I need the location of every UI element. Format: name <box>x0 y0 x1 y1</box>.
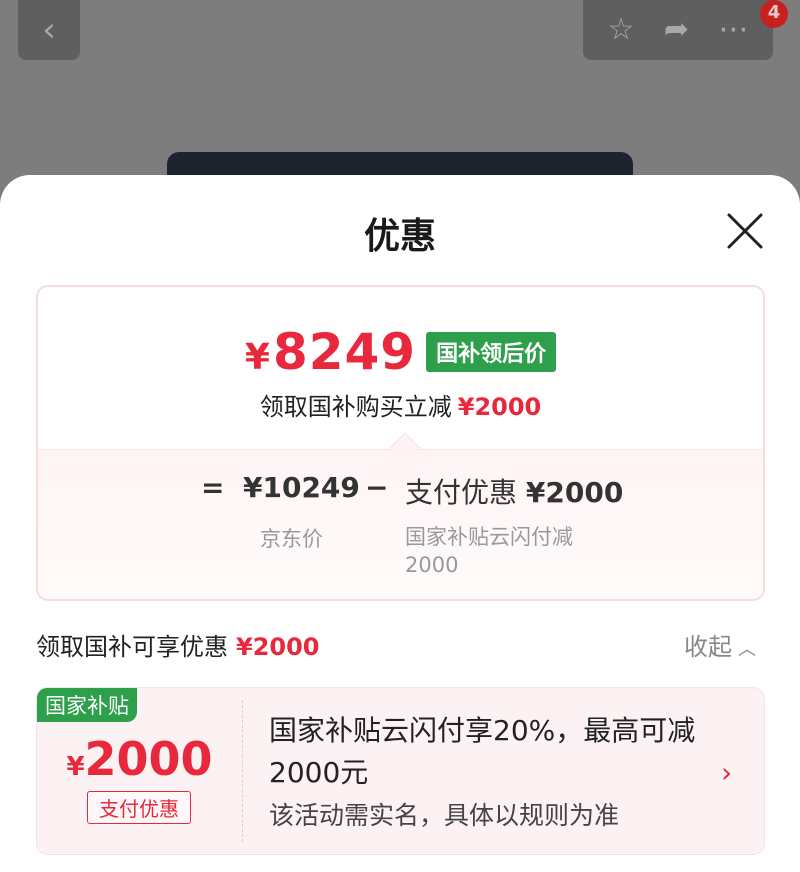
price-card: ¥8249 国补领后价 领取国补购买立减 ¥2000 = ¥10249 − 支付优… <box>36 285 765 601</box>
discount-subline: 领取国补购买立减 ¥2000 <box>259 393 542 421</box>
subsidy-coupon[interactable]: 国家补贴 ¥2000 支付优惠 国家补贴云闪付享20%，最高可减2000元 该活… <box>36 687 765 855</box>
coupon-amount: ¥2000 <box>66 732 213 786</box>
star-icon[interactable]: ☆ <box>608 0 635 60</box>
equals-sign: = <box>201 471 225 504</box>
back-icon: ‹ <box>42 10 56 50</box>
coupon-tag: 国家补贴 <box>37 688 137 722</box>
final-price: ¥8249 <box>244 323 417 381</box>
section-header: 领取国补可享优惠 ¥2000 <box>36 633 320 661</box>
close-button[interactable] <box>723 209 767 253</box>
price-formula: = ¥10249 − 支付优惠 ¥2000 <box>38 471 763 511</box>
jd-price-label: 京东价 <box>260 527 323 551</box>
coupon-divider <box>242 700 243 842</box>
final-price-tag: 国补领后价 <box>426 332 557 372</box>
collapse-button[interactable]: 收起 ︿ <box>684 627 756 662</box>
pay-discount-desc: 国家补贴云闪付减2000 <box>405 525 573 577</box>
minus-sign: − <box>365 471 389 504</box>
back-button[interactable]: ‹ <box>18 0 80 60</box>
coupon-value-area: 国家补贴 ¥2000 支付优惠 <box>37 688 242 854</box>
jd-price: ¥10249 <box>243 471 360 504</box>
coupon-type-label: 支付优惠 <box>87 791 191 824</box>
share-icon[interactable]: ➦ <box>664 0 689 60</box>
chevron-right-icon: › <box>721 756 733 789</box>
pay-discount: 支付优惠 ¥2000 <box>405 476 624 509</box>
coupon-note: 该活动需实名，具体以规则为准 <box>269 801 620 830</box>
top-actions: ☆ ➦ ⋯ <box>583 0 773 60</box>
chevron-up-icon: ︿ <box>738 639 756 660</box>
coupon-description: 国家补贴云闪付享20%，最高可减2000元 <box>269 714 696 789</box>
more-icon[interactable]: ⋯ <box>718 0 748 60</box>
discount-sheet: 优惠 ¥8249 国补领后价 领取国补购买立减 ¥2000 = ¥10249 − … <box>0 175 800 872</box>
sheet-title: 优惠 <box>363 216 436 257</box>
close-icon <box>727 213 763 249</box>
final-price-row: ¥8249 国补领后价 <box>38 323 763 381</box>
notification-badge: 4 <box>760 0 788 28</box>
